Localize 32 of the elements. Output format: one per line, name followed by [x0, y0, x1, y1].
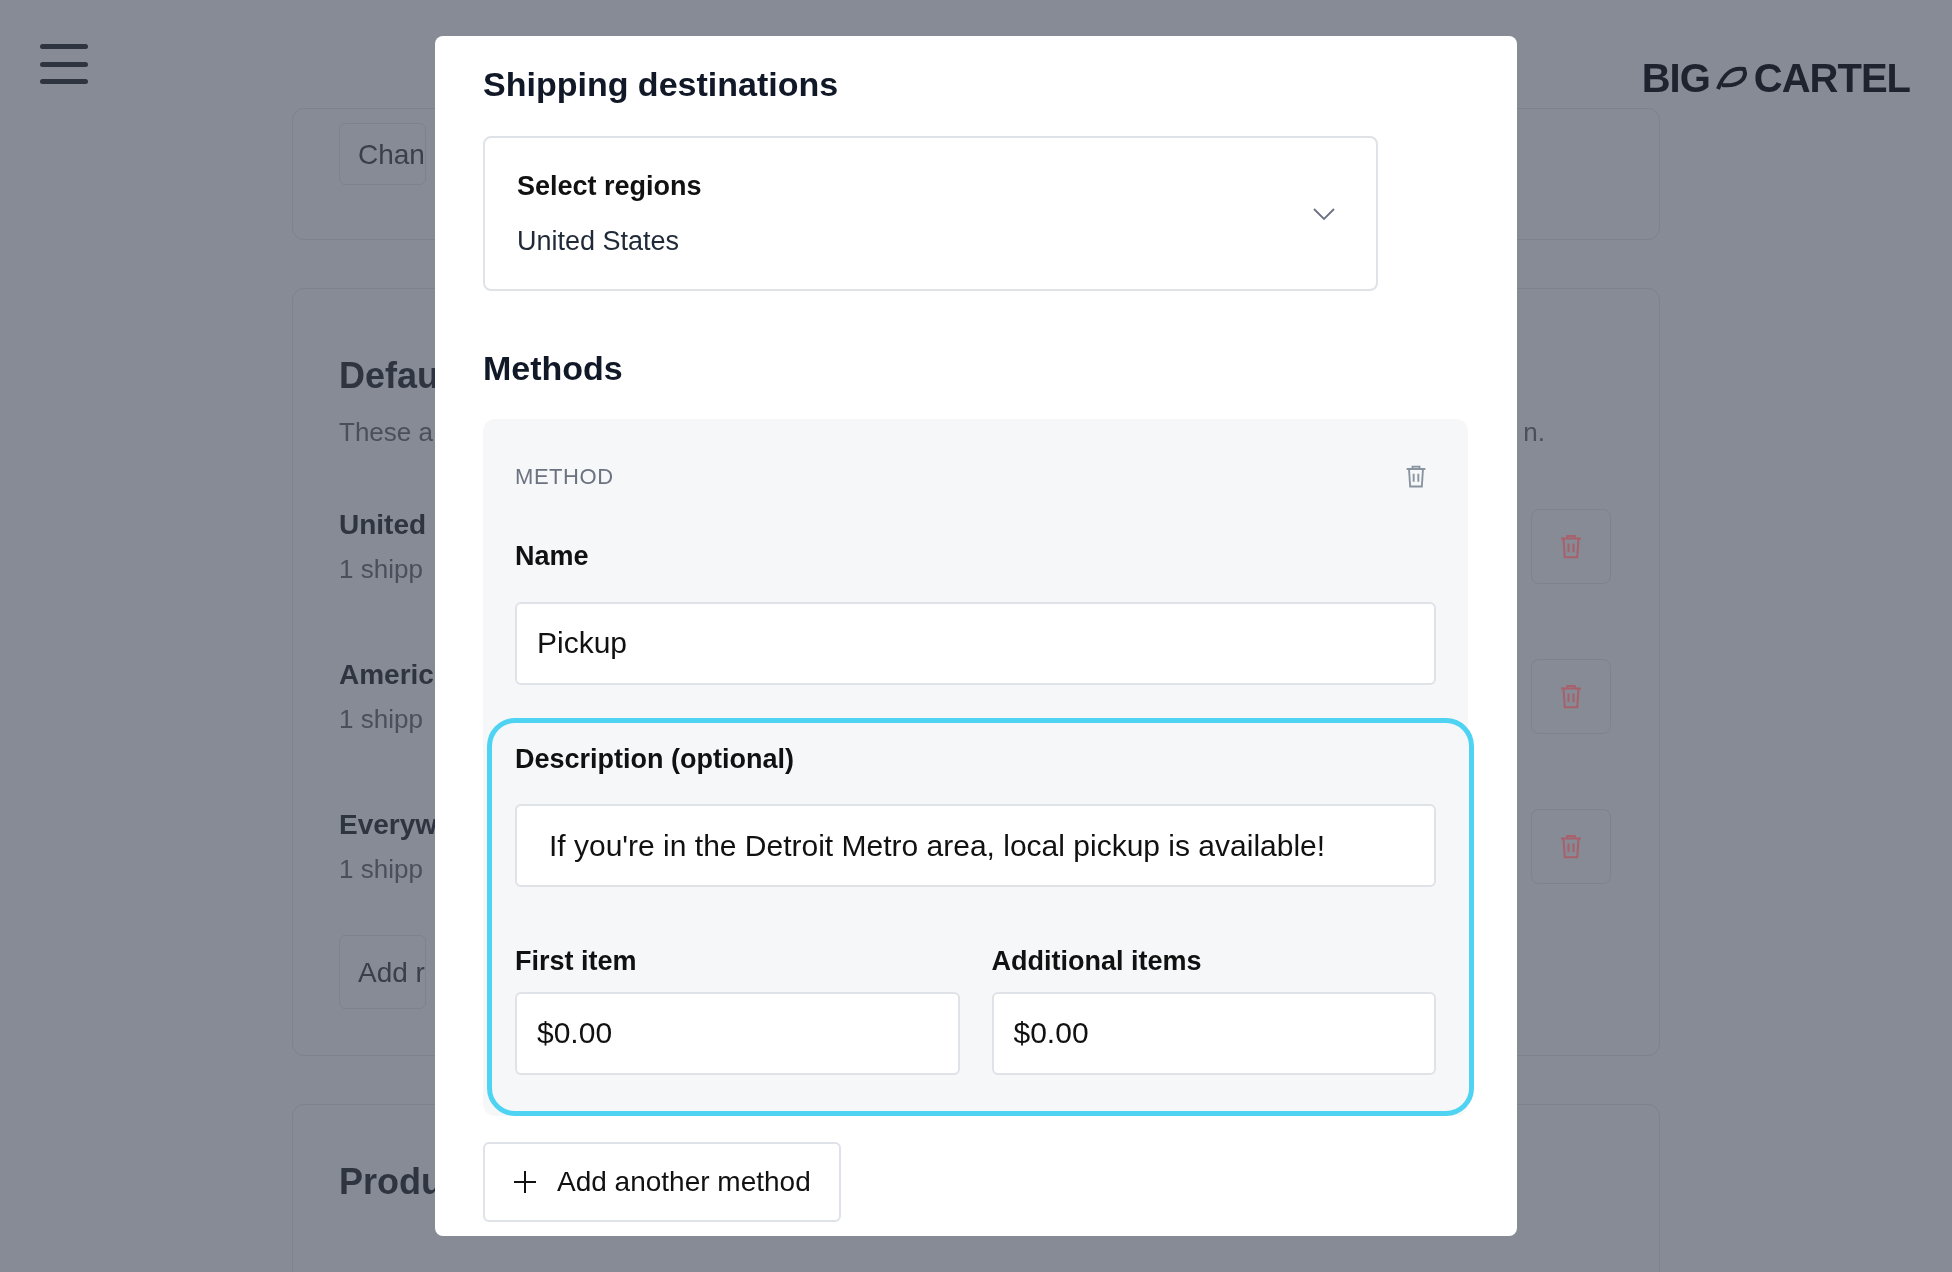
field-label: Additional items [991, 945, 1203, 978]
input-field[interactable]: $0.00 [515, 991, 960, 1075]
delete-button[interactable] [1531, 808, 1611, 884]
method-heading: METHOD [515, 462, 614, 491]
chevron-down-icon [1312, 206, 1336, 221]
zone-detail: 1 shipp [339, 702, 424, 736]
zone-name: United [339, 507, 427, 542]
input-field[interactable]: $0.00 [991, 991, 1436, 1075]
modal-title: Shipping destinations [483, 64, 840, 105]
logo-text: BIG [1641, 55, 1710, 102]
add-method-button[interactable]: Add another method [483, 1141, 841, 1222]
delete-button[interactable] [1531, 508, 1611, 584]
field-label: Name [515, 540, 590, 573]
input-field[interactable]: If you're in the Detroit Metro area, local pickup is available! [515, 804, 1436, 887]
zone-name: Everyw [339, 807, 438, 842]
input-field[interactable]: Pickup [515, 601, 1436, 685]
zone-detail: 1 shipp [339, 852, 424, 886]
delete-button[interactable] [1531, 658, 1611, 734]
select-label: Select regions [517, 170, 702, 203]
zone-detail: 1 shipp [339, 552, 424, 586]
select-value: United States [517, 224, 681, 258]
section-heading: Methods [483, 348, 624, 389]
section-title: Defau [339, 355, 440, 396]
logo-text: CARTEL [1753, 55, 1910, 102]
plus-icon [513, 1169, 537, 1194]
region-select[interactable]: Select regions United States [483, 136, 1378, 291]
section-description: n. [1523, 416, 1545, 449]
field-label: Description (optional) [515, 742, 795, 776]
field-label: First item [515, 945, 638, 978]
section-description: These a [339, 416, 433, 449]
menu-icon[interactable] [40, 44, 88, 84]
zone-name: Americ [339, 657, 434, 692]
